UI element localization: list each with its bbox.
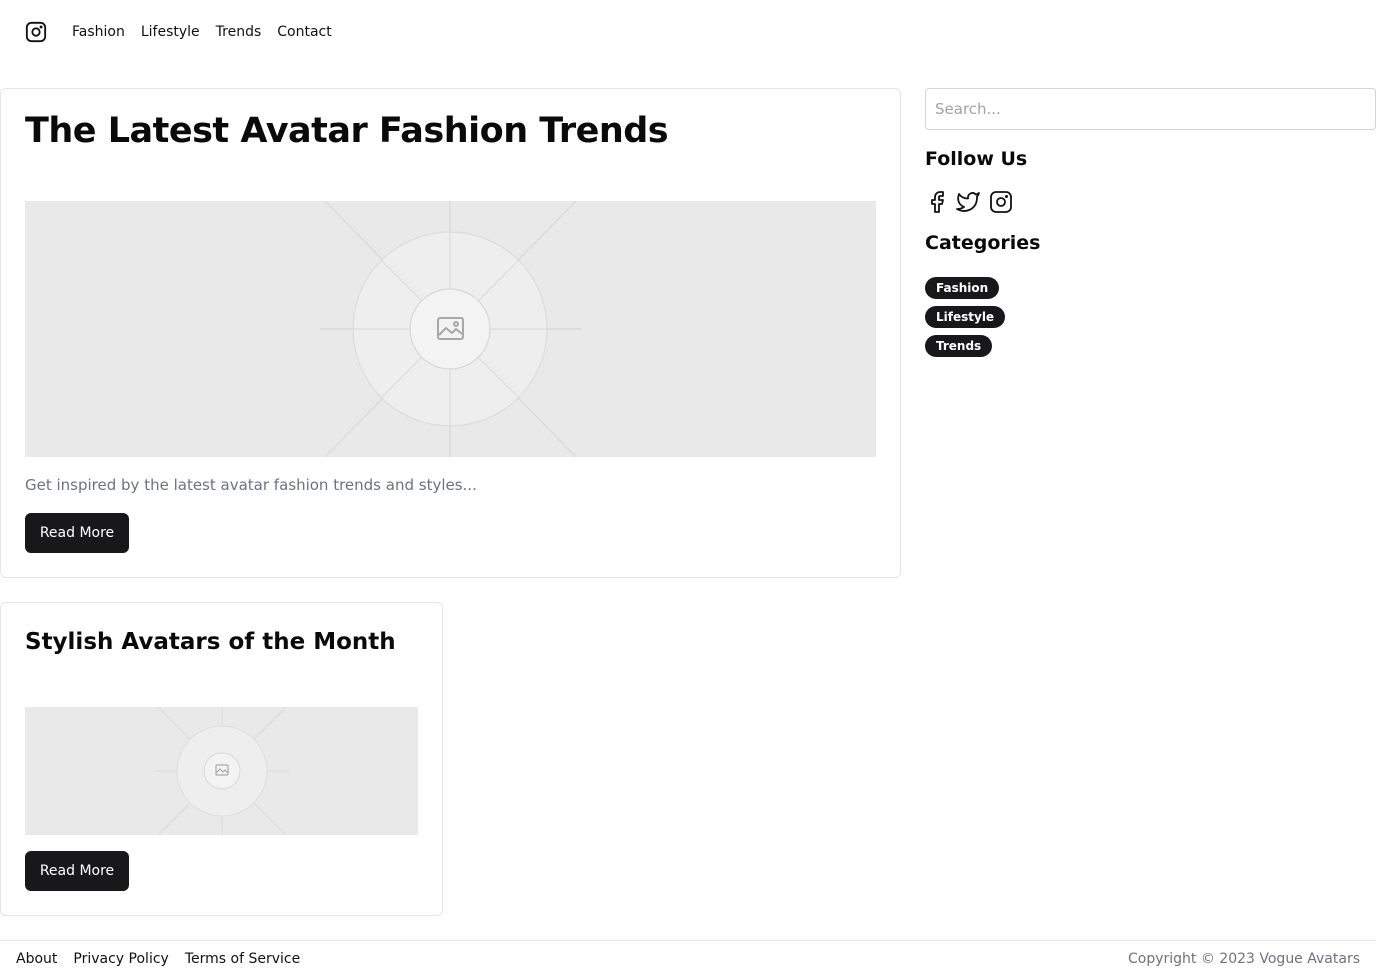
category-tag-fashion[interactable]: Fashion [925,277,1000,299]
top-navbar: Fashion Lifestyle Trends Contact [0,0,1376,64]
follow-us-heading: Follow Us [925,148,1028,170]
instagram-icon[interactable] [988,189,1014,215]
footer: About Privacy Policy Terms of Service Co… [0,940,1376,977]
post-title: The Latest Avatar Fashion Trends [25,111,669,151]
twitter-icon[interactable] [955,189,981,215]
nav-link-fashion[interactable]: Fashion [72,24,125,40]
post-card: Stylish Avatars of the Month Read More [0,602,443,916]
image-placeholder-icon [25,707,418,835]
copyright-text: Copyright © 2023 Vogue Avatars [1127,951,1360,967]
nav-link-contact[interactable]: Contact [277,24,331,40]
post-title: Stylish Avatars of the Month [25,629,396,655]
category-tag-lifestyle[interactable]: Lifestyle [925,306,1006,328]
post-card: The Latest Avatar Fashion Trends Get ins… [0,88,901,578]
nav-link-lifestyle[interactable]: Lifestyle [141,24,200,40]
facebook-icon[interactable] [924,189,950,215]
search-input[interactable] [925,88,1376,130]
footer-link-privacy-policy[interactable]: Privacy Policy [73,951,168,967]
read-more-button[interactable]: Read More [25,513,129,553]
categories-heading: Categories [925,232,1041,254]
post-excerpt: Get inspired by the latest avatar fashio… [25,476,477,494]
post-image [25,201,876,457]
image-placeholder-icon [25,201,876,457]
nav-link-trends[interactable]: Trends [216,24,262,40]
footer-link-about[interactable]: About [16,951,57,967]
post-image [25,707,418,835]
instagram-icon[interactable] [24,20,48,44]
read-more-button[interactable]: Read More [25,851,129,891]
footer-link-terms-of-service[interactable]: Terms of Service [185,951,300,967]
category-tag-trends[interactable]: Trends [925,335,993,357]
